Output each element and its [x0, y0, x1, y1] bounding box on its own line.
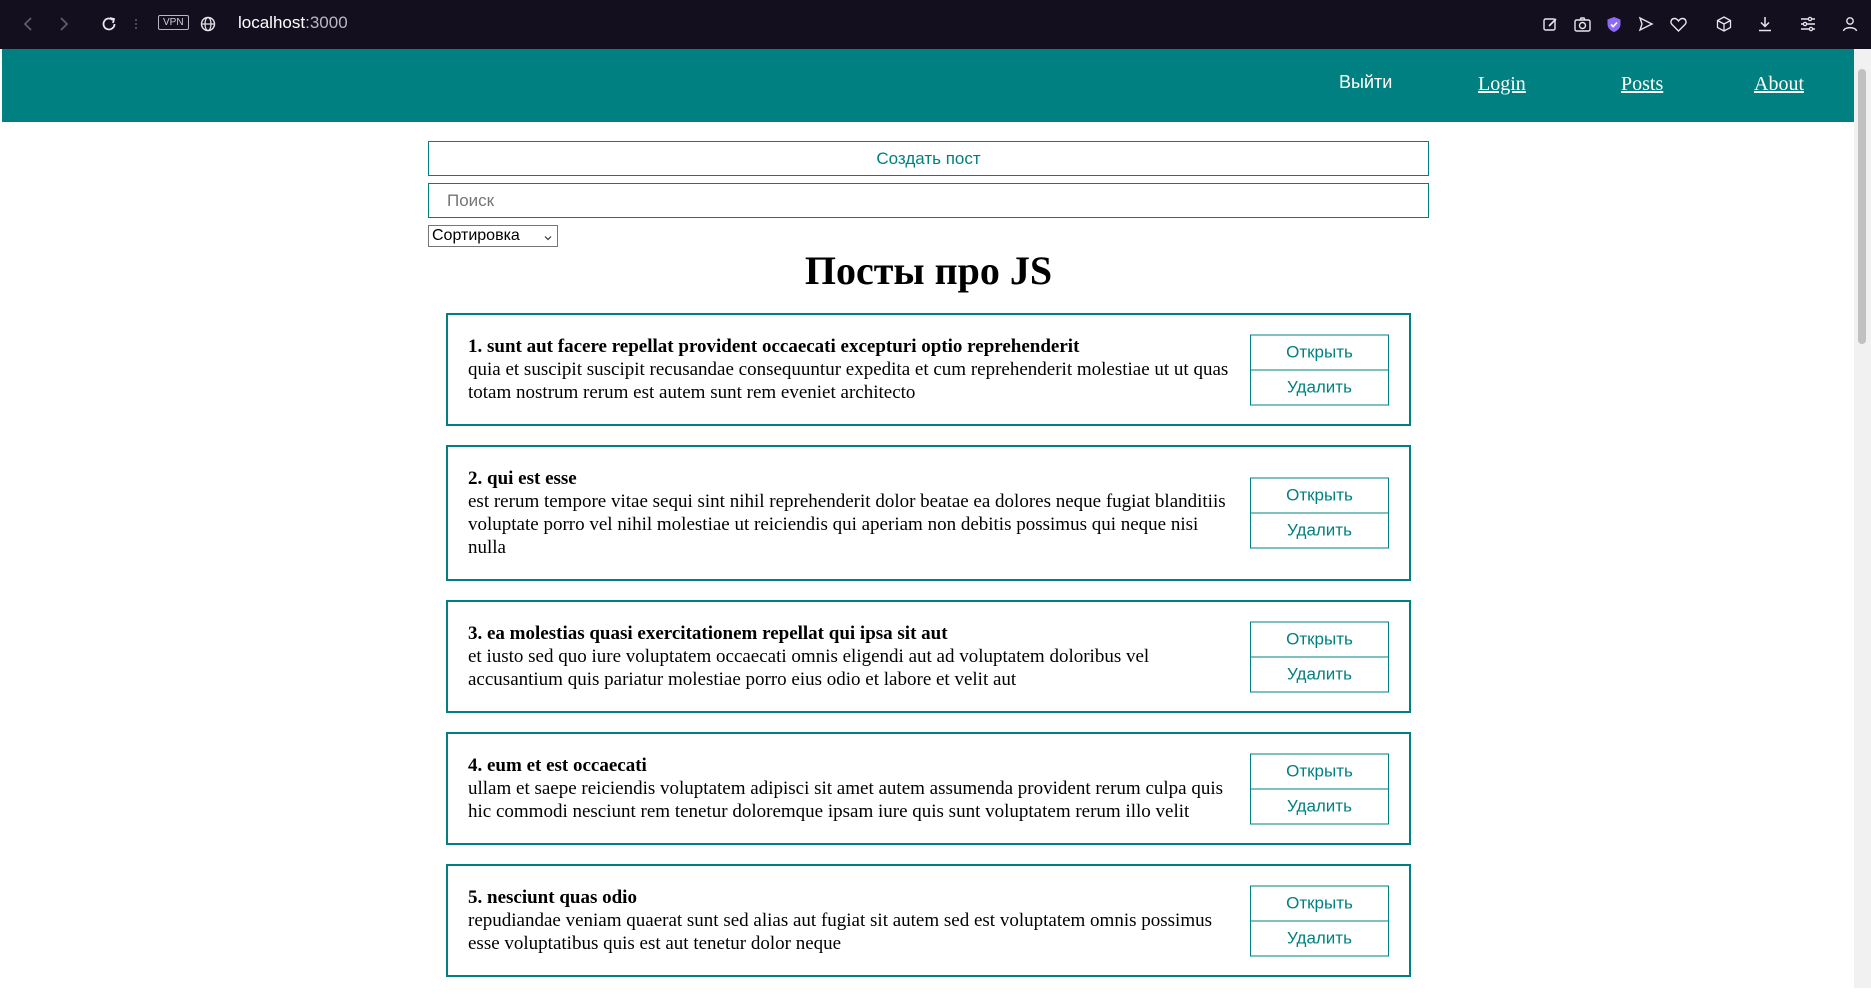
reload-icon[interactable] — [97, 12, 121, 36]
site-navbar: Выйти Login Posts About — [2, 49, 1854, 122]
browser-toolbar: VPN localhost:3000 — [0, 0, 1871, 49]
post-body: est rerum tempore vitae sequi sint nihil… — [468, 491, 1226, 558]
heart-icon[interactable] — [1666, 12, 1690, 36]
post-item: 3. ea molestias quasi exercitationem rep… — [446, 600, 1411, 713]
address-host: localhost — [238, 13, 306, 32]
chevron-down-icon — [543, 230, 553, 248]
profile-icon[interactable] — [1838, 12, 1862, 36]
logout-button[interactable]: Выйти — [1339, 72, 1392, 93]
globe-icon[interactable] — [197, 12, 219, 36]
post-item: 4. eum et est occaecati ullam et saepe r… — [446, 732, 1411, 845]
edit-icon[interactable] — [1538, 12, 1562, 36]
post-actions: Открыть Удалить — [1250, 477, 1389, 549]
delete-post-button[interactable]: Удалить — [1250, 656, 1389, 692]
post-item: 1. sunt aut facere repellat provident oc… — [446, 313, 1411, 426]
send-icon[interactable] — [1634, 12, 1658, 36]
post-item: 5. nesciunt quas odio repudiandae veniam… — [446, 864, 1411, 977]
open-post-button[interactable]: Открыть — [1250, 477, 1389, 514]
page-title: Посты про JS — [804, 248, 1053, 293]
nav-link-about[interactable]: About — [1754, 73, 1804, 96]
page-scrollbar[interactable] — [1854, 49, 1871, 988]
settings-sliders-icon[interactable] — [1796, 12, 1820, 36]
delete-post-button[interactable]: Удалить — [1250, 512, 1389, 549]
delete-post-button[interactable]: Удалить — [1250, 369, 1389, 405]
post-body: ullam et saepe reiciendis voluptatem adi… — [468, 778, 1224, 822]
post-actions: Открыть Удалить — [1250, 753, 1389, 824]
post-actions: Открыть Удалить — [1250, 885, 1389, 956]
post-title: 4. eum et est occaecati — [468, 755, 647, 776]
main-content: Создать пост Сортировка Посты про JS 1. … — [428, 141, 1429, 977]
camera-icon[interactable] — [1570, 12, 1594, 36]
post-title: 3. ea molestias quasi exercitationem rep… — [468, 623, 948, 644]
download-icon[interactable] — [1753, 12, 1777, 36]
back-icon[interactable] — [16, 12, 40, 36]
post-item: 2. qui est esse est rerum tempore vitae … — [446, 445, 1411, 581]
open-post-button[interactable]: Открыть — [1250, 885, 1389, 921]
address-bar[interactable]: localhost:3000 — [238, 13, 348, 33]
post-actions: Открыть Удалить — [1250, 334, 1389, 405]
address-port: :3000 — [305, 13, 348, 32]
post-list: 1. sunt aut facere repellat provident oc… — [446, 313, 1411, 996]
forward-icon[interactable] — [52, 12, 76, 36]
search-input[interactable] — [428, 183, 1429, 218]
open-post-button[interactable]: Открыть — [1250, 334, 1389, 370]
post-title: 5. nesciunt quas odio — [468, 887, 637, 908]
nav-link-posts[interactable]: Posts — [1621, 73, 1663, 96]
post-body: et iusto sed quo iure voluptatem occaeca… — [468, 646, 1150, 690]
delete-post-button[interactable]: Удалить — [1250, 788, 1389, 824]
open-post-button[interactable]: Открыть — [1250, 753, 1389, 789]
shield-icon[interactable] — [1602, 12, 1626, 36]
delete-post-button[interactable]: Удалить — [1250, 920, 1389, 956]
vpn-badge[interactable]: VPN — [158, 15, 189, 30]
separator-dots-icon — [132, 12, 140, 36]
post-body: repudiandae veniam quaerat sunt sed alia… — [468, 910, 1212, 954]
post-actions: Открыть Удалить — [1250, 621, 1389, 692]
box-icon[interactable] — [1712, 12, 1736, 36]
post-body: quia et suscipit suscipit recusandae con… — [468, 359, 1229, 403]
post-title: 1. sunt aut facere repellat provident oc… — [468, 336, 1080, 357]
sort-select-value: Сортировка — [432, 227, 520, 244]
scrollbar-thumb[interactable] — [1858, 69, 1866, 344]
post-title: 2. qui est esse — [468, 468, 577, 489]
sort-select[interactable]: Сортировка — [428, 225, 558, 247]
open-post-button[interactable]: Открыть — [1250, 621, 1389, 657]
create-post-button[interactable]: Создать пост — [428, 141, 1429, 176]
nav-link-login[interactable]: Login — [1478, 73, 1526, 96]
